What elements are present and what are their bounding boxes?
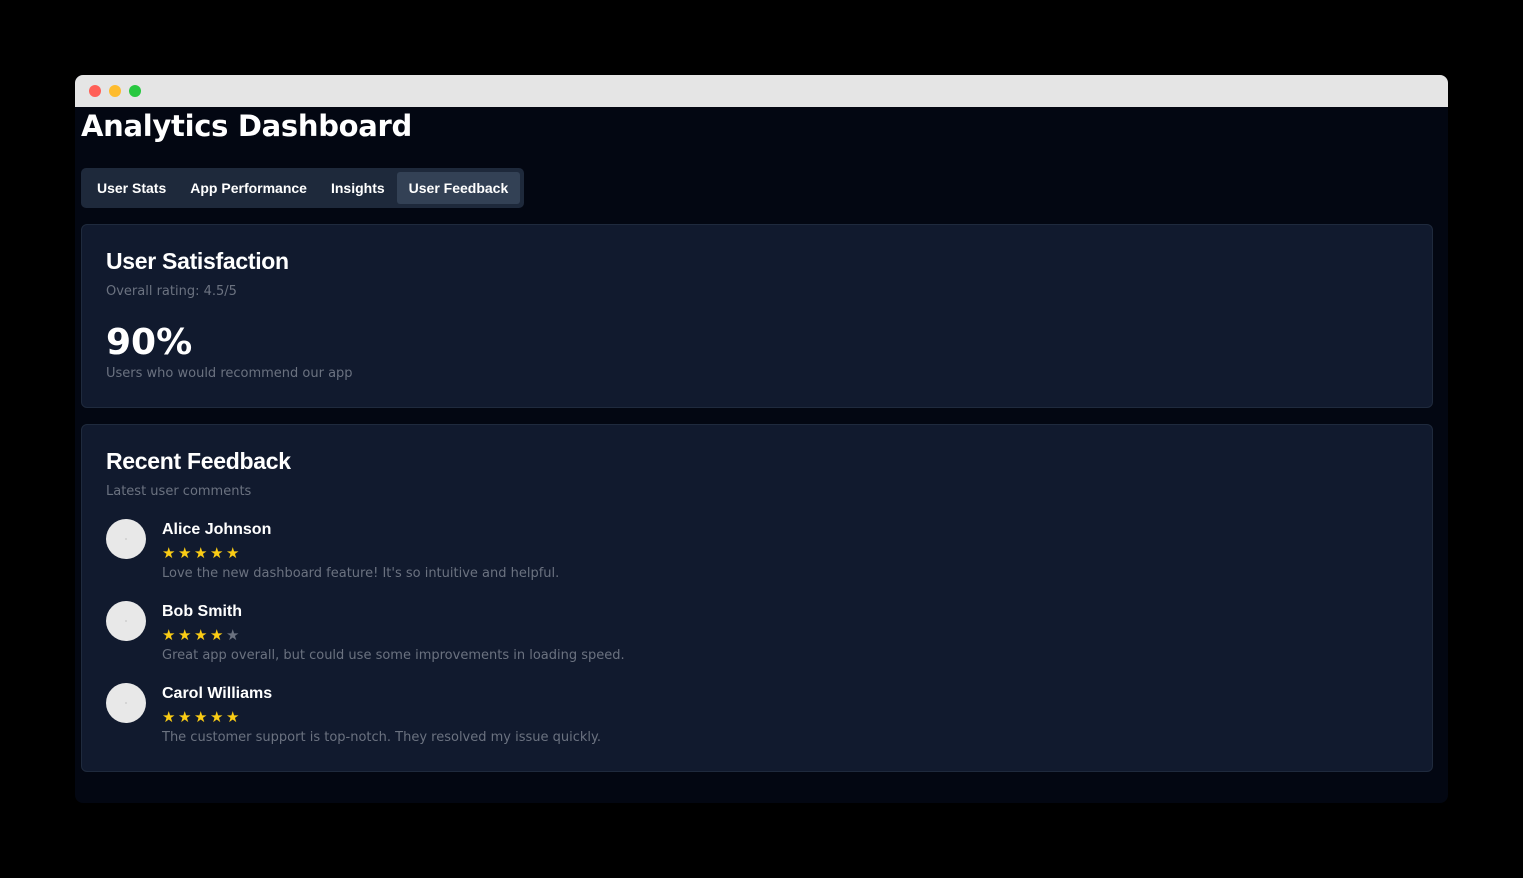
recent-feedback-card: Recent Feedback Latest user comments Ali… [81, 424, 1433, 772]
star-icon: ★ [210, 626, 224, 644]
tab-user-stats[interactable]: User Stats [85, 172, 178, 204]
tab-user-feedback[interactable]: User Feedback [396, 172, 521, 204]
feedback-item: Carol Williams ★ ★ ★ ★ ★ The customer suppor… [106, 683, 1408, 747]
star-icon: ★ [194, 626, 208, 644]
avatar [106, 519, 146, 559]
star-icon: ★ [178, 626, 192, 644]
avatar [106, 601, 146, 641]
star-icon: ★ [178, 708, 192, 726]
feedback-author: Carol Williams [162, 685, 273, 702]
recommend-percentage: 90% [106, 322, 193, 363]
star-icon: ★ [162, 708, 176, 726]
feedback-author: Alice Johnson [162, 521, 272, 538]
star-icon: ★ [178, 544, 192, 562]
star-icon: ★ [194, 708, 208, 726]
user-satisfaction-title: User Satisfaction [106, 248, 289, 274]
overall-rating-text: Overall rating: 4.5/5 [106, 284, 237, 299]
feedback-comment: Great app overall, but could use some im… [162, 648, 625, 663]
star-icon: ★ [210, 544, 224, 562]
browser-window: Analytics Dashboard User Stats App Perfo… [75, 75, 1448, 803]
dashboard-content: Analytics Dashboard User Stats App Perfo… [75, 107, 1448, 772]
feedback-list: Alice Johnson ★ ★ ★ ★ ★ Love the new dashboa… [106, 519, 1408, 747]
recommend-description: Users who would recommend our app [106, 366, 353, 381]
star-icon: ★ [162, 626, 176, 644]
window-titlebar [75, 75, 1448, 107]
feedback-comment: Love the new dashboard feature! It's so … [162, 566, 560, 581]
star-icon: ★ [226, 544, 240, 562]
recent-feedback-subtitle: Latest user comments [106, 484, 252, 499]
maximize-window-button[interactable] [129, 85, 141, 97]
close-window-button[interactable] [89, 85, 101, 97]
star-rating: ★ ★ ★ ★ ★ [162, 625, 625, 645]
avatar [106, 683, 146, 723]
tab-insights[interactable]: Insights [319, 172, 397, 204]
recent-feedback-title: Recent Feedback [106, 448, 291, 474]
tab-list: User Stats App Performance Insights User… [81, 168, 525, 208]
feedback-comment: The customer support is top-notch. They … [162, 730, 602, 745]
avatar-placeholder-icon [125, 620, 127, 622]
avatar-placeholder-icon [125, 538, 127, 540]
star-icon: ★ [226, 708, 240, 726]
star-icon: ★ [210, 708, 224, 726]
page-title: Analytics Dashboard [81, 109, 413, 143]
star-rating: ★ ★ ★ ★ ★ [162, 543, 559, 563]
star-rating: ★ ★ ★ ★ ★ [162, 707, 601, 727]
minimize-window-button[interactable] [109, 85, 121, 97]
star-icon: ★ [226, 626, 240, 644]
feedback-item: Bob Smith ★ ★ ★ ★ ★ Great app overall, but c… [106, 601, 1408, 665]
star-icon: ★ [162, 544, 176, 562]
avatar-placeholder-icon [125, 702, 127, 704]
feedback-author: Bob Smith [162, 603, 242, 620]
star-icon: ★ [194, 544, 208, 562]
user-satisfaction-card: User Satisfaction Overall rating: 4.5/5 … [81, 224, 1433, 408]
tab-app-performance[interactable]: App Performance [178, 172, 319, 204]
feedback-item: Alice Johnson ★ ★ ★ ★ ★ Love the new dashboa… [106, 519, 1408, 583]
